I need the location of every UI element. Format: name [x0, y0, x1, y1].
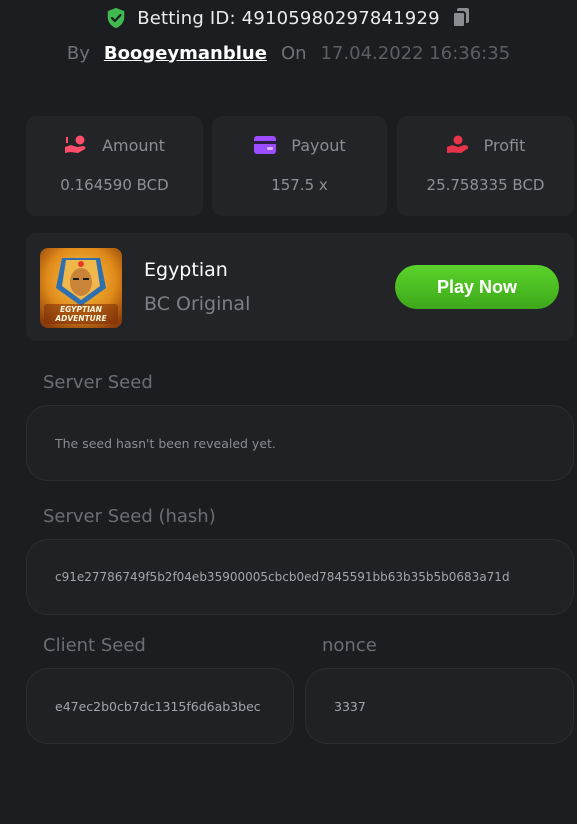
- verified-shield-icon: [107, 7, 125, 29]
- hand-coin-icon: [446, 135, 468, 153]
- wallet-card-icon: [254, 136, 277, 154]
- server-seed-label: Server Seed: [43, 372, 153, 393]
- game-thumbnail-text: EGYPTIAN ADVENTURE: [55, 305, 107, 323]
- amount-card: Amount 0.164590 BCD: [26, 116, 203, 216]
- payout-value: 157.5 x: [271, 176, 328, 194]
- payout-card: Payout 157.5 x: [212, 116, 387, 216]
- profit-label: Profit: [483, 135, 526, 155]
- bet-datetime: 17.04.2022 16:36:35: [320, 42, 511, 64]
- client-seed-label: Client Seed: [43, 635, 146, 656]
- on-label: On: [280, 42, 307, 64]
- payout-label: Payout: [291, 135, 346, 155]
- by-label: By: [66, 42, 90, 64]
- betting-id: Betting ID: 49105980297841929: [137, 7, 440, 29]
- server-seed-hash-label: Server Seed (hash): [43, 506, 216, 527]
- game-thumbnail[interactable]: EGYPTIAN ADVENTURE: [40, 248, 122, 328]
- copy-icon[interactable]: [450, 6, 472, 30]
- client-seed-field[interactable]: e47ec2b0cb7dc1315f6d6ab3bec: [26, 668, 294, 744]
- amount-label: Amount: [102, 135, 165, 155]
- server-seed-hash-field[interactable]: c91e27786749f5b2f04eb35900005cbcb0ed7845…: [26, 539, 574, 615]
- game-card: EGYPTIAN ADVENTURE Egyptian BC Original …: [26, 233, 574, 341]
- game-provider: BC Original: [144, 293, 251, 315]
- author-row: By Boogeymanblue On 17.04.2022 16:36:35: [0, 38, 577, 68]
- bet-details-panel: Betting ID: 49105980297841929 By Boogeym…: [0, 0, 577, 824]
- nonce-label: nonce: [322, 635, 377, 656]
- server-seed-field: The seed hasn't been revealed yet.: [26, 405, 574, 481]
- play-now-button[interactable]: Play Now: [395, 265, 559, 309]
- amount-value: 0.164590 BCD: [60, 176, 169, 194]
- betting-id-row: Betting ID: 49105980297841929: [0, 4, 577, 32]
- profit-card: Profit 25.758335 BCD: [397, 116, 574, 216]
- username-link[interactable]: Boogeymanblue: [104, 43, 267, 64]
- game-name: Egyptian: [144, 259, 228, 281]
- coins-hand-icon: [65, 135, 86, 153]
- profit-value: 25.758335 BCD: [426, 176, 545, 194]
- nonce-field[interactable]: 3337: [305, 668, 574, 744]
